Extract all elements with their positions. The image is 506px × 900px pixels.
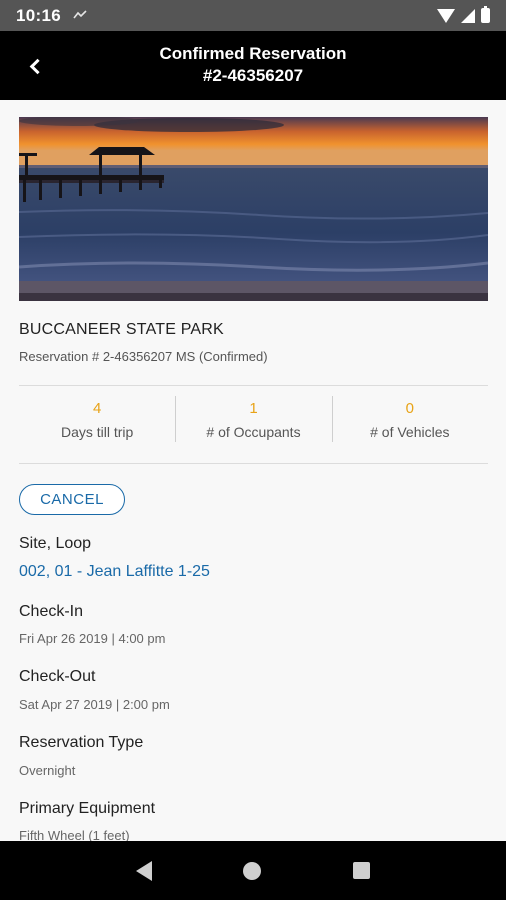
stat-label: # of Vehicles <box>370 424 450 440</box>
nav-recents-icon[interactable] <box>353 862 371 879</box>
check-in-label: Check-In <box>19 603 84 620</box>
divider <box>19 385 488 386</box>
cancel-button[interactable]: CANCEL <box>19 484 125 515</box>
trip-stats: 4 Days till trip 1 # of Occupants 0 # of… <box>19 396 488 444</box>
divider <box>19 463 488 464</box>
stat-value: 0 <box>405 400 414 417</box>
status-icons <box>437 6 490 23</box>
battery-icon <box>481 6 490 23</box>
reservation-number: Reservation # 2-46356207 MS (Confirmed) <box>19 349 268 364</box>
stat-label: Days till trip <box>60 424 134 440</box>
notification-icon <box>73 9 87 23</box>
stat-value: 1 <box>249 400 258 417</box>
check-in-value: Fri Apr 26 2019 | 4:00 pm <box>19 631 166 646</box>
site-loop-link[interactable]: 002, 01 - Jean Laffitte 1-25 <box>19 563 210 581</box>
chevron-left-icon <box>29 58 45 74</box>
site-loop-label: Site, Loop <box>19 535 92 552</box>
status-bar: 10:16 <box>0 0 506 31</box>
back-button[interactable] <box>16 47 54 85</box>
check-out-value: Sat Apr 27 2019 | 2:00 pm <box>19 697 170 712</box>
stat-occupants: 1 # of Occupants <box>175 396 331 444</box>
reservation-type-value: Overnight <box>19 763 76 778</box>
nav-home-icon[interactable] <box>243 861 262 880</box>
check-out-label: Check-Out <box>19 668 96 685</box>
nav-back-icon[interactable] <box>135 860 152 881</box>
system-nav-bar <box>0 841 506 900</box>
page-title-line1: Confirmed Reservation <box>159 44 347 63</box>
stat-days-till-trip: 4 Days till trip <box>19 396 175 444</box>
page-title: Confirmed Reservation #2-46356207 <box>60 43 446 87</box>
reservation-type-label: Reservation Type <box>19 734 144 751</box>
stat-vehicles: 0 # of Vehicles <box>331 396 488 444</box>
primary-equipment-value: Fifth Wheel (1 feet) <box>19 828 130 841</box>
park-photo <box>19 117 488 301</box>
park-name: BUCCANEER STATE PARK <box>19 321 224 338</box>
signal-icon <box>461 8 475 23</box>
stat-label: # of Occupants <box>206 424 301 440</box>
wifi-icon <box>437 8 455 23</box>
primary-equipment-label: Primary Equipment <box>19 800 156 817</box>
reservation-details[interactable]: BUCCANEER STATE PARK Reservation # 2-463… <box>0 100 506 841</box>
page-title-line2: #2-46356207 <box>202 66 304 85</box>
stat-value: 4 <box>92 400 102 417</box>
status-time: 10:16 <box>16 5 61 25</box>
app-bar: Confirmed Reservation #2-46356207 <box>0 31 506 100</box>
